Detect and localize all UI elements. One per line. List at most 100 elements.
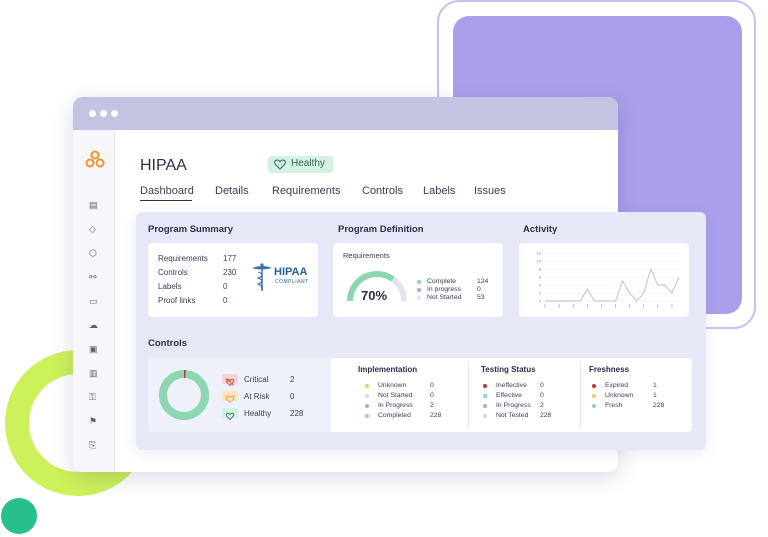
legend-label-in-progress: In progress [427, 286, 462, 293]
legend-label-complete: Complete [427, 278, 457, 285]
divider [468, 362, 469, 428]
implementation-legend-value: 0 [430, 382, 434, 389]
export-icon[interactable]: ⎘ [89, 440, 99, 450]
tab-issues[interactable]: Issues [474, 185, 506, 197]
testing-legend-value: 2 [540, 402, 544, 409]
testing-legend-value: 228 [540, 412, 552, 419]
tab-labels[interactable]: Labels [423, 185, 455, 197]
key-icon[interactable]: ⚿ [89, 392, 99, 402]
testing-legend-label: In Progress [496, 402, 531, 409]
freshness-legend-value: 228 [653, 402, 665, 409]
testing-legend-label: Effective [496, 392, 522, 399]
testing-legend-label: Ineffective [496, 382, 527, 389]
status-label-at-risk: At Risk [244, 392, 270, 401]
implementation-legend-value: 2 [430, 402, 434, 409]
activity-chart: 0 2 4 6 8 10 12 [537, 251, 680, 308]
summary-value-requirements: 177 [223, 254, 237, 263]
box-icon[interactable]: ◇ [89, 224, 99, 234]
summary-label-proof-links: Proof links [158, 296, 196, 305]
summary-value-labels: 0 [223, 282, 228, 291]
status-value-critical: 2 [290, 375, 295, 384]
controls-title: Controls [148, 338, 188, 349]
tab-details[interactable]: Details [215, 185, 249, 197]
summary-label-controls: Controls [158, 268, 188, 277]
implementation-legend-value: 228 [430, 412, 442, 419]
window-dot-3[interactable] [111, 110, 118, 117]
healthy-icon [222, 408, 238, 421]
active-tab-indicator [140, 200, 192, 201]
freshness-legend-label: Expired [605, 382, 629, 389]
status-value-at-risk: 0 [290, 392, 295, 401]
testing-status-title: Testing Status [481, 365, 536, 374]
activity-y-tick: 6 [539, 275, 542, 280]
window-titlebar [73, 97, 618, 130]
activity-y-tick: 8 [539, 267, 542, 272]
freshness-legend-dot [592, 384, 596, 388]
flag-icon[interactable]: ⚑ [89, 416, 99, 426]
implementation-legend-value: 0 [430, 392, 434, 399]
tab-requirements[interactable]: Requirements [272, 185, 340, 197]
definition-subtitle: Requirements [343, 251, 390, 260]
document-icon[interactable]: ▭ [89, 296, 99, 306]
activity-y-tick: 12 [537, 251, 542, 256]
window-dot-1[interactable] [89, 110, 96, 117]
testing-legend-label: Not Tested [496, 412, 529, 419]
tab-controls[interactable]: Controls [362, 185, 403, 197]
legend-value-complete: 124 [477, 278, 489, 285]
activity-y-tick: 0 [539, 299, 542, 304]
image-icon[interactable]: ▣ [89, 344, 99, 354]
gauge-percent-label: 70% [361, 288, 388, 303]
freshness-legend-dot [592, 394, 596, 398]
summary-value-controls: 230 [223, 268, 237, 277]
hipaa-compliant-logo: HIPAA COMPLIANT [250, 262, 312, 292]
hipaa-logo-subtext: COMPLIANT [275, 279, 309, 285]
testing-legend-dot [483, 394, 487, 398]
testing-legend-value: 0 [540, 382, 544, 389]
program-summary-title: Program Summary [148, 224, 234, 235]
implementation-legend-label: In Progress [378, 402, 413, 409]
at-risk-icon [222, 391, 238, 404]
heart-icon [274, 159, 286, 170]
dashboard-icon[interactable]: ▤ [89, 200, 99, 210]
implementation-legend-label: Completed [378, 412, 411, 419]
implementation-legend-dot [365, 394, 369, 398]
program-definition-title: Program Definition [338, 224, 424, 235]
legend-value-in-progress: 0 [477, 286, 481, 293]
status-value-healthy: 228 [290, 409, 304, 418]
logo-icon[interactable] [85, 150, 105, 170]
program-definition-card: Requirements 70% Complete 124 In progres… [333, 243, 503, 317]
window-dot-2[interactable] [100, 110, 107, 117]
testing-legend-value: 0 [540, 392, 544, 399]
implementation-legend-dot [365, 414, 369, 418]
activity-y-tick: 4 [539, 283, 542, 288]
freshness-title: Freshness [589, 365, 630, 374]
summary-label-requirements: Requirements [158, 254, 208, 263]
caduceus-icon [252, 263, 272, 291]
legend-dot-in-progress [417, 288, 421, 292]
tab-dashboard[interactable]: Dashboard [140, 185, 194, 197]
clipboard-icon[interactable]: ▥ [89, 368, 99, 378]
implementation-legend-dot [365, 384, 369, 388]
workflow-icon[interactable]: ⚯ [89, 272, 99, 282]
testing-legend-dot [483, 414, 487, 418]
freshness-legend-label: Unknown [605, 392, 634, 399]
summary-value-proof-links: 0 [223, 296, 228, 305]
cloud-icon[interactable]: ☁ [89, 320, 99, 330]
status-badge-label: Healthy [291, 158, 325, 169]
legend-label-not-started: Not Started [427, 294, 462, 301]
status-label-critical: Critical [244, 375, 269, 384]
sidebar: ▤ ◇ ⬡ ⚯ ▭ ☁ ▣ ▥ ⚿ ⚑ ⎘ [73, 130, 115, 472]
activity-y-tick: 10 [537, 259, 542, 264]
status-label-healthy: Healthy [244, 409, 272, 418]
freshness-legend-value: 1 [653, 392, 657, 399]
freshness-legend-value: 1 [653, 382, 657, 389]
shield-icon[interactable]: ⬡ [89, 248, 99, 258]
divider [580, 362, 581, 428]
program-summary-card: Requirements 177 Controls 230 Labels 0 P… [148, 243, 318, 317]
testing-legend-dot [483, 404, 487, 408]
status-badge: Healthy [268, 156, 333, 173]
page-title: HIPAA [140, 157, 187, 174]
implementation-title: Implementation [358, 365, 418, 374]
freshness-legend-label: Fresh [605, 402, 623, 409]
decorative-teal-dot [1, 498, 37, 534]
